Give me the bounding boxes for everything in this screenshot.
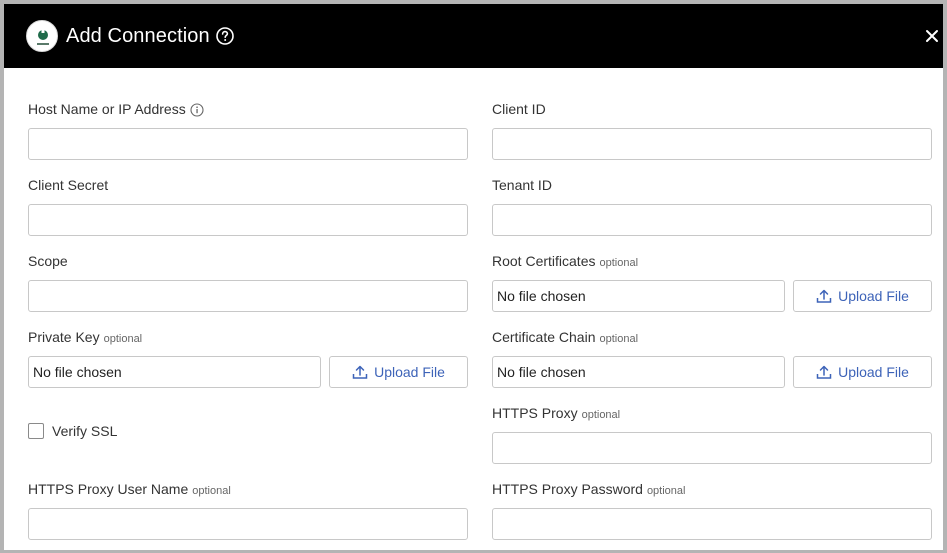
verify-ssl-checkbox[interactable] xyxy=(28,423,44,439)
help-circle-icon[interactable] xyxy=(215,26,235,46)
root-certificates-label: Root Certificates optional xyxy=(492,253,639,269)
optional-tag: optional xyxy=(192,485,231,497)
verify-ssl-label[interactable]: Verify SSL xyxy=(52,423,117,440)
private-key-upload-button[interactable]: Upload File xyxy=(329,356,468,388)
certificate-chain-label: Certificate Chain optional xyxy=(492,329,639,345)
private-key-field: Private Key optional No file chosen Uploa… xyxy=(28,329,468,389)
optional-tag: optional xyxy=(646,485,686,497)
private-key-label: Private Key optional xyxy=(28,329,143,345)
proxy-user-field: HTTPS Proxy User Name optional xyxy=(28,481,468,541)
host-label: Host Name or IP Address xyxy=(28,101,204,118)
dialog-header: Add Connection xyxy=(4,4,943,68)
brand-logo-icon xyxy=(26,20,58,52)
optional-tag: optional xyxy=(581,409,621,421)
client-id-input[interactable] xyxy=(492,128,932,160)
scope-field: Scope xyxy=(28,253,468,313)
host-field: Host Name or IP Address xyxy=(28,101,468,161)
client-id-field: Client ID xyxy=(492,101,932,161)
scope-label: Scope xyxy=(28,253,68,269)
certificate-chain-file-status: No file chosen xyxy=(492,356,785,388)
scope-input[interactable] xyxy=(28,280,468,312)
root-certificates-upload-button[interactable]: Upload File xyxy=(793,280,932,312)
close-icon[interactable] xyxy=(922,26,942,46)
https-proxy-input[interactable] xyxy=(492,432,932,464)
tenant-id-label: Tenant ID xyxy=(492,177,552,193)
info-circle-icon[interactable] xyxy=(190,103,204,117)
client-secret-field: Client Secret xyxy=(28,177,468,237)
optional-tag: optional xyxy=(599,257,639,269)
proxy-user-label: HTTPS Proxy User Name optional xyxy=(28,481,231,497)
proxy-password-input[interactable] xyxy=(492,508,932,540)
dialog-title: Add Connection xyxy=(66,25,210,47)
https-proxy-field: HTTPS Proxy optional xyxy=(492,405,932,465)
private-key-file-status: No file chosen xyxy=(28,356,321,388)
certificate-chain-upload-button[interactable]: Upload File xyxy=(793,356,932,388)
upload-icon xyxy=(352,365,368,379)
optional-tag: optional xyxy=(103,333,143,345)
upload-icon xyxy=(816,289,832,303)
certificate-chain-field: Certificate Chain optional No file chosen… xyxy=(492,329,932,389)
proxy-user-input[interactable] xyxy=(28,508,468,540)
tenant-id-input[interactable] xyxy=(492,204,932,236)
proxy-password-label: HTTPS Proxy Password optional xyxy=(492,481,686,497)
root-certificates-file-status: No file chosen xyxy=(492,280,785,312)
root-certificates-field: Root Certificates optional No file chosen… xyxy=(492,253,932,313)
client-secret-label: Client Secret xyxy=(28,177,109,193)
upload-icon xyxy=(816,365,832,379)
add-connection-dialog: Add Connection Host Name or IP Address C… xyxy=(0,0,947,553)
proxy-password-field: HTTPS Proxy Password optional xyxy=(492,481,932,541)
client-id-label: Client ID xyxy=(492,101,546,117)
host-input[interactable] xyxy=(28,128,468,160)
https-proxy-label: HTTPS Proxy optional xyxy=(492,405,621,421)
client-secret-input[interactable] xyxy=(28,204,468,236)
optional-tag: optional xyxy=(599,333,639,345)
tenant-id-field: Tenant ID xyxy=(492,177,932,237)
